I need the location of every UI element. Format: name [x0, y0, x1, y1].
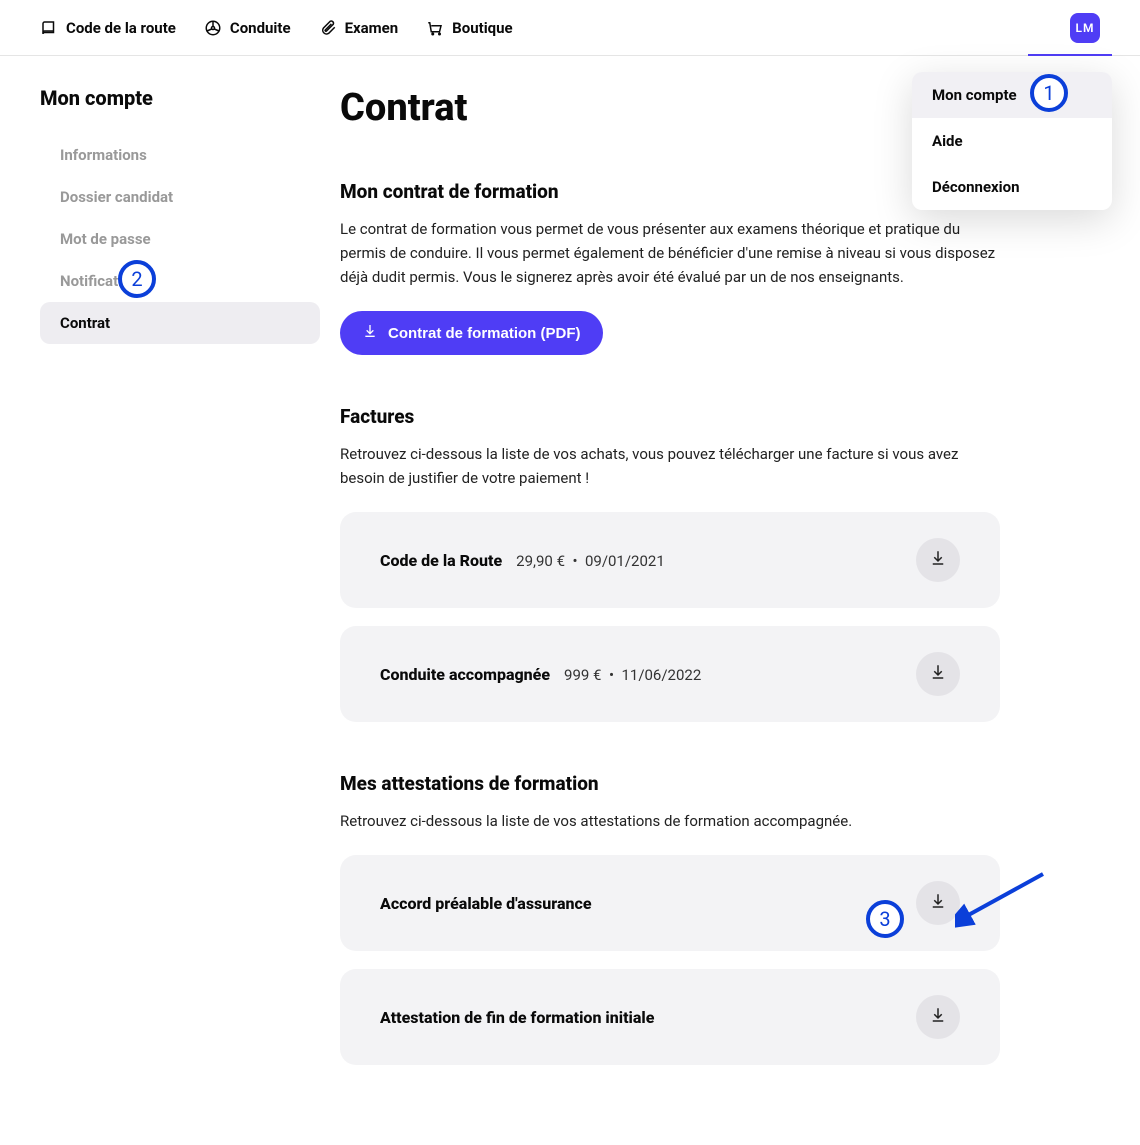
attestation-info: Attestation de fin de formation initiale: [380, 1008, 654, 1027]
dropdown-item-deconnexion[interactable]: Déconnexion: [912, 164, 1112, 210]
nav-item-examen[interactable]: Examen: [319, 19, 399, 37]
dropdown-item-mon-compte[interactable]: Mon compte: [912, 72, 1112, 118]
annotation-circle-1: 1: [1030, 74, 1068, 112]
annotation-arrow: [955, 868, 1055, 928]
invoice-download-button[interactable]: [916, 538, 960, 582]
invoice-name: Code de la Route: [380, 551, 502, 570]
nav-item-conduite[interactable]: Conduite: [204, 19, 291, 37]
download-icon: [929, 892, 947, 914]
invoice-row: Conduite accompagnée 999 € • 11/06/2022: [340, 626, 1000, 722]
download-icon: [929, 1006, 947, 1028]
nav-item-label: Boutique: [452, 19, 512, 37]
dropdown-item-aide[interactable]: Aide: [912, 118, 1112, 164]
annotation-circle-2: 2: [118, 260, 156, 298]
page-title: Contrat: [340, 86, 1000, 130]
invoice-download-button[interactable]: [916, 652, 960, 696]
download-icon: [929, 663, 947, 685]
sidebar-item-dossier-candidat[interactable]: Dossier candidat: [40, 176, 320, 218]
page-body: Mon compte Informations Dossier candidat…: [0, 56, 1140, 1145]
sidebar: Mon compte Informations Dossier candidat…: [40, 86, 320, 1115]
invoice-row: Code de la Route 29,90 € • 09/01/2021: [340, 512, 1000, 608]
avatar-active-indicator: [1028, 54, 1112, 56]
wheel-icon: [204, 19, 222, 37]
sidebar-item-contrat[interactable]: Contrat: [40, 302, 320, 344]
section-invoices: Factures Retrouvez ci-dessous la liste d…: [340, 405, 1000, 722]
invoice-info: Code de la Route 29,90 € • 09/01/2021: [380, 551, 665, 570]
sidebar-item-mot-de-passe[interactable]: Mot de passe: [40, 218, 320, 260]
book-icon: [40, 19, 58, 37]
attestation-download-button[interactable]: [916, 881, 960, 925]
sidebar-title: Mon compte: [40, 86, 320, 110]
avatar-initials: LM: [1076, 21, 1095, 35]
invoice-name: Conduite accompagnée: [380, 665, 550, 684]
attestation-row: Accord préalable d'assurance: [340, 855, 1000, 951]
nav-item-label: Conduite: [230, 19, 291, 37]
section-attestations-desc: Retrouvez ci-dessous la liste de vos att…: [340, 809, 1000, 833]
annotation-circle-3: 3: [866, 900, 904, 938]
attestation-download-button[interactable]: [916, 995, 960, 1039]
attestation-name: Attestation de fin de formation initiale: [380, 1008, 654, 1027]
download-icon: [929, 549, 947, 571]
nav-item-label: Code de la route: [66, 19, 176, 37]
download-icon: [362, 323, 378, 343]
sidebar-list: Informations Dossier candidat Mot de pas…: [40, 134, 320, 344]
invoice-info: Conduite accompagnée 999 € • 11/06/2022: [380, 665, 701, 684]
top-nav: Code de la route Conduite Examen Boutiqu…: [40, 19, 513, 37]
invoice-meta: 999 € • 11/06/2022: [564, 666, 701, 684]
avatar[interactable]: LM: [1070, 13, 1100, 43]
section-invoices-title: Factures: [340, 405, 1000, 428]
nav-item-boutique[interactable]: Boutique: [426, 19, 512, 37]
attestation-row: Attestation de fin de formation initiale: [340, 969, 1000, 1065]
main-content: Contrat Mon contrat de formation Le cont…: [340, 86, 1000, 1115]
sidebar-item-notifications[interactable]: Notifications: [40, 260, 320, 302]
attestation-info: Accord préalable d'assurance: [380, 894, 592, 913]
download-contract-button[interactable]: Contrat de formation (PDF): [340, 311, 603, 355]
nav-item-label: Examen: [345, 19, 399, 37]
user-dropdown: Mon compte Aide Déconnexion: [912, 72, 1112, 210]
header: Code de la route Conduite Examen Boutiqu…: [0, 0, 1140, 56]
invoice-meta: 29,90 € • 09/01/2021: [516, 552, 665, 570]
nav-item-code[interactable]: Code de la route: [40, 19, 176, 37]
section-contract: Mon contrat de formation Le contrat de f…: [340, 180, 1000, 355]
clip-icon: [319, 19, 337, 37]
section-contract-title: Mon contrat de formation: [340, 180, 1000, 203]
cart-icon: [426, 19, 444, 37]
download-contract-label: Contrat de formation (PDF): [388, 325, 581, 342]
sidebar-item-informations[interactable]: Informations: [40, 134, 320, 176]
section-attestations-title: Mes attestations de formation: [340, 772, 1000, 795]
section-contract-desc: Le contrat de formation vous permet de v…: [340, 217, 1000, 289]
section-invoices-desc: Retrouvez ci-dessous la liste de vos ach…: [340, 442, 1000, 490]
attestation-name: Accord préalable d'assurance: [380, 894, 592, 913]
